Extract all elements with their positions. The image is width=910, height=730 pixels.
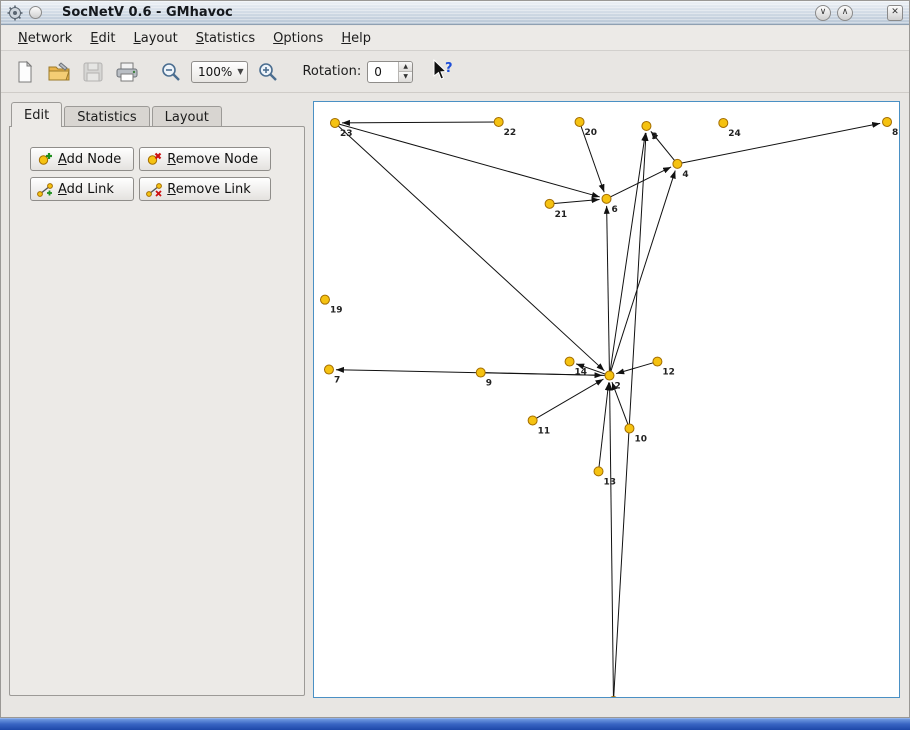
graph-node-label: 23 — [340, 129, 352, 139]
panel-tabs: Edit Statistics Layout — [9, 102, 305, 127]
graph-canvas[interactable]: 123467891011121314192021222324 — [313, 101, 900, 698]
graph-node — [673, 159, 682, 168]
graph-node-label: 14 — [575, 368, 587, 378]
tab-layout[interactable]: Layout — [152, 106, 222, 127]
graph-node-label: 20 — [585, 128, 597, 138]
add-node-button[interactable]: Add Node — [30, 147, 134, 171]
graph-node-label: 19 — [330, 306, 342, 316]
menu-layout[interactable]: Layout — [124, 28, 186, 49]
graph-node-label: 13 — [604, 477, 616, 487]
taskbar-strip[interactable] — [0, 718, 910, 730]
graph-node-label: 7 — [334, 376, 340, 386]
graph-node — [653, 357, 662, 366]
graph-node — [719, 118, 728, 127]
graph-node — [565, 357, 574, 366]
add-link-icon — [37, 181, 53, 197]
rotation-spinbox[interactable]: 0 ▲ ▼ — [367, 61, 413, 83]
open-file-icon[interactable] — [45, 58, 73, 86]
remove-node-icon — [146, 151, 162, 167]
svg-text:?: ? — [445, 61, 453, 76]
zoom-select-value: 100% — [198, 65, 232, 79]
menu-network[interactable]: Network — [9, 28, 81, 49]
rotation-value: 0 — [368, 62, 398, 82]
window-title: SocNetV 0.6 - GMhavoc — [62, 5, 233, 20]
minimize-button[interactable]: ∨ — [815, 5, 831, 21]
graph-node-label: 12 — [662, 368, 674, 378]
graph-svg: 123467891011121314192021222324 — [314, 102, 899, 697]
spin-up-icon[interactable]: ▲ — [399, 62, 412, 72]
zoom-select[interactable]: 100% ▼ — [191, 61, 248, 83]
graph-node — [602, 194, 611, 203]
add-link-button[interactable]: Add Link — [30, 177, 134, 201]
graph-node-label: 2 — [614, 382, 620, 392]
graph-node — [594, 467, 603, 476]
menu-help[interactable]: Help — [332, 28, 380, 49]
graph-node-label: 4 — [682, 170, 688, 180]
remove-link-button[interactable]: Remove Link — [139, 177, 271, 201]
add-node-label: Add Node — [58, 152, 121, 167]
graph-node — [528, 416, 537, 425]
graph-node-label: 21 — [555, 210, 567, 220]
graph-node — [883, 117, 892, 126]
close-button[interactable]: ✕ — [887, 5, 903, 21]
remove-link-label: Remove Link — [167, 182, 251, 197]
graph-node — [324, 365, 333, 374]
graph-node-label: 10 — [634, 434, 646, 444]
remove-node-button[interactable]: Remove Node — [139, 147, 271, 171]
graph-node — [320, 295, 329, 304]
zoom-out-icon[interactable] — [157, 58, 185, 86]
maximize-button[interactable]: ∧ — [837, 5, 853, 21]
chevron-down-icon: ▼ — [237, 67, 243, 76]
menubar: Network Edit Layout Statistics Options H… — [1, 26, 909, 51]
graph-node — [476, 368, 485, 377]
graph-node — [330, 118, 339, 127]
graph-node-label: 24 — [728, 129, 740, 139]
add-link-label: Add Link — [58, 182, 114, 197]
graph-node-label: 11 — [538, 426, 550, 436]
graph-node — [545, 199, 554, 208]
menu-statistics[interactable]: Statistics — [187, 28, 264, 49]
remove-node-label: Remove Node — [167, 152, 258, 167]
save-file-icon[interactable] — [79, 58, 107, 86]
print-icon[interactable] — [113, 58, 141, 86]
graph-node-label: 22 — [504, 128, 516, 138]
side-panel: Edit Statistics Layout Add Node — [9, 102, 305, 696]
graph-node-label: 8 — [892, 128, 898, 138]
whats-this-icon[interactable]: ? — [431, 59, 455, 85]
new-file-icon[interactable] — [11, 58, 39, 86]
graph-node — [605, 371, 614, 380]
tab-statistics[interactable]: Statistics — [64, 106, 149, 127]
remove-link-icon — [146, 181, 162, 197]
menu-options[interactable]: Options — [264, 28, 332, 49]
edit-tab-frame: Add Node Remove Node — [9, 126, 305, 696]
pin-button[interactable] — [29, 6, 42, 19]
tab-edit[interactable]: Edit — [11, 102, 62, 127]
graph-node-label: 9 — [486, 379, 492, 389]
graph-node-label: 3 — [651, 132, 657, 142]
graph-node-label: 6 — [611, 205, 617, 215]
spin-down-icon[interactable]: ▼ — [399, 71, 412, 82]
titlebar: SocNetV 0.6 - GMhavoc ∨ ∧ ✕ — [1, 1, 909, 25]
edit-buttons: Add Node Remove Node — [30, 147, 304, 201]
menu-edit[interactable]: Edit — [81, 28, 124, 49]
app-icon — [7, 5, 23, 21]
rotation-spin-buttons: ▲ ▼ — [398, 62, 412, 82]
graph-node — [642, 121, 651, 130]
graph-node — [494, 117, 503, 126]
graph-node — [625, 424, 634, 433]
app-window: SocNetV 0.6 - GMhavoc ∨ ∧ ✕ Network Edit… — [0, 0, 910, 718]
zoom-in-icon[interactable] — [254, 58, 282, 86]
graph-node — [575, 117, 584, 126]
rotation-label: Rotation: — [302, 64, 361, 79]
add-node-icon — [37, 151, 53, 167]
toolbar: 100% ▼ Rotation: 0 ▲ ▼ ? — [1, 51, 909, 93]
